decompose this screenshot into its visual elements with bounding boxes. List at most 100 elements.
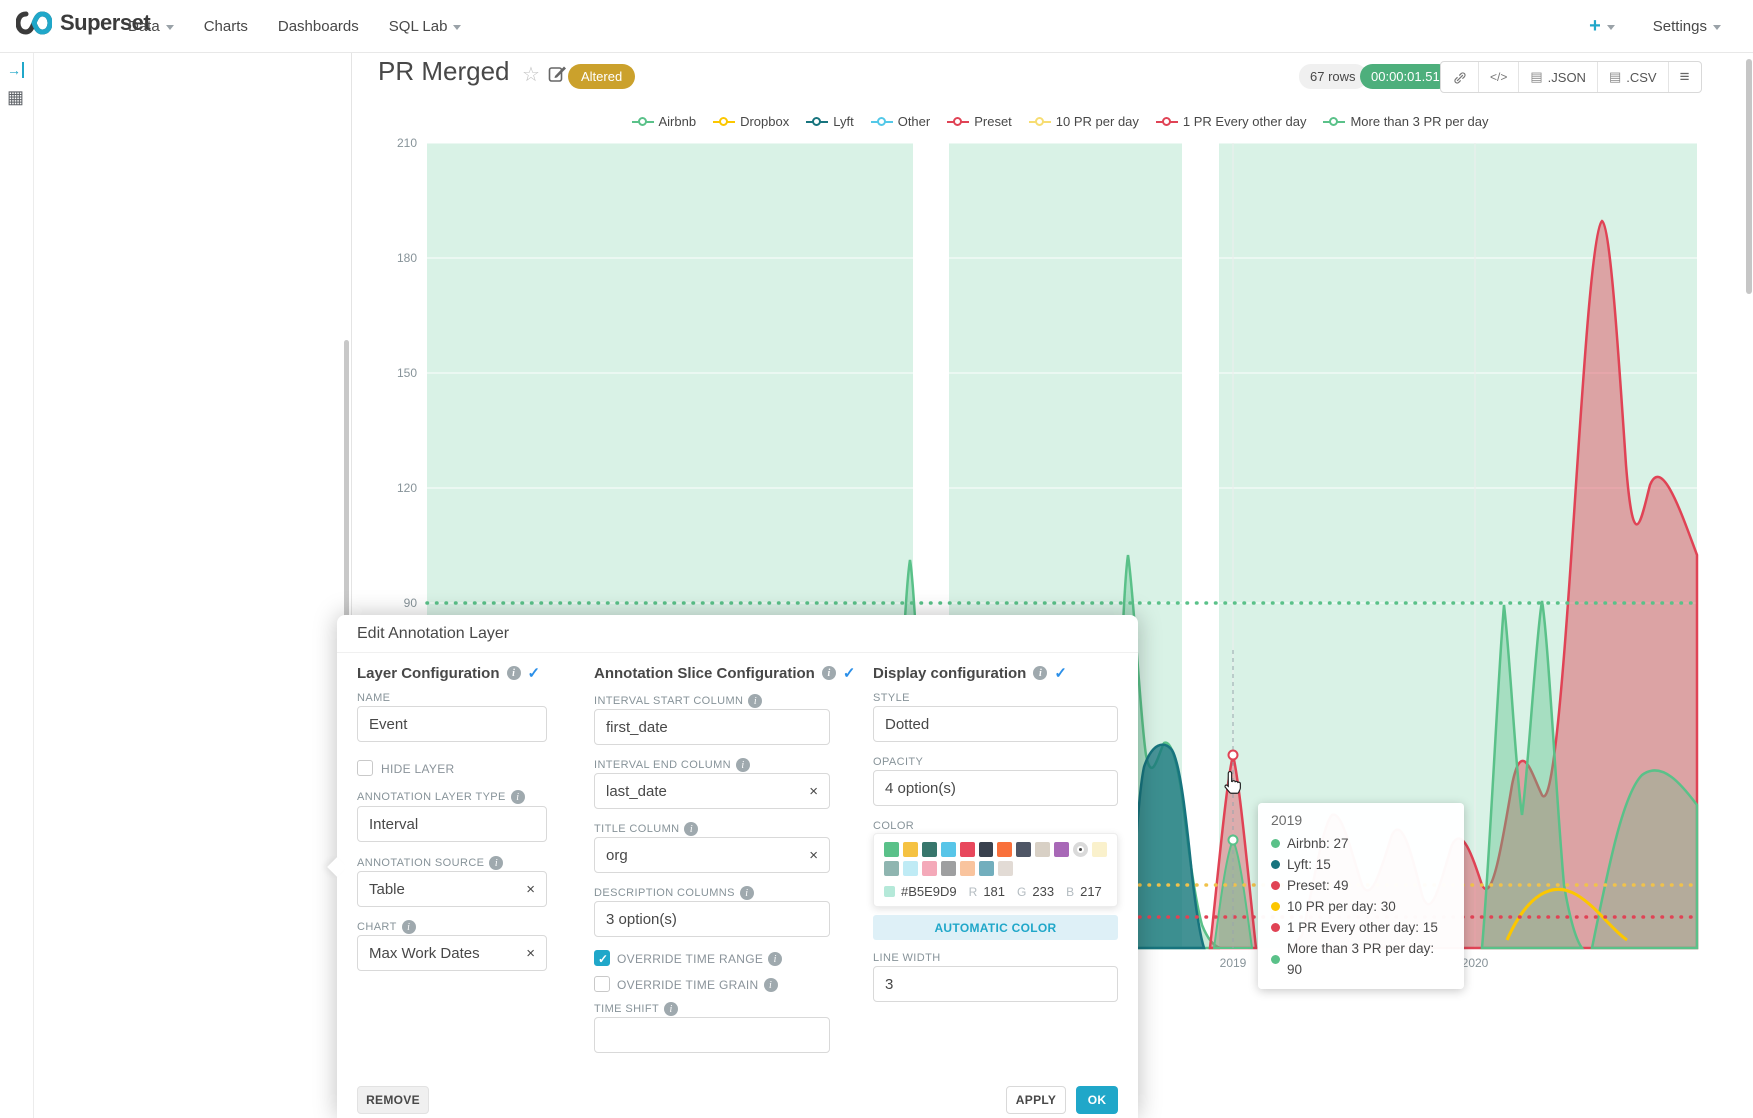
color-swatch[interactable] — [903, 842, 918, 857]
rgb-g[interactable]: 233 — [1032, 884, 1054, 899]
info-icon: i — [507, 666, 521, 680]
datasource-grid-icon[interactable]: ▦ — [7, 87, 24, 108]
edit-properties-icon[interactable] — [548, 64, 567, 83]
style-select[interactable]: Dotted — [873, 706, 1118, 742]
interval-end-label: INTERVAL END COLUMNi — [594, 758, 750, 772]
tooltip-title: 2019 — [1271, 812, 1451, 828]
more-options-button[interactable]: ≡ — [1669, 62, 1701, 92]
color-swatch[interactable] — [922, 842, 937, 857]
info-icon: i — [664, 1002, 678, 1016]
link-icon — [1452, 70, 1467, 85]
color-swatch[interactable] — [960, 842, 975, 857]
color-swatch[interactable] — [922, 861, 937, 876]
collapse-panel-icon[interactable]: →​ — [7, 62, 24, 78]
color-swatch[interactable] — [941, 861, 956, 876]
title-column-label: TITLE COLUMNi — [594, 822, 698, 836]
line-width-label: LINE WIDTH — [873, 952, 941, 964]
export-json-button[interactable]: ▤.JSON — [1519, 62, 1598, 92]
line-width-input[interactable]: 3 — [873, 966, 1118, 1002]
legend-label: Preset — [974, 114, 1012, 129]
title-column-select[interactable]: org× — [594, 837, 830, 873]
clear-icon[interactable]: × — [809, 847, 818, 864]
nav-item-dashboards[interactable]: Dashboards — [278, 18, 359, 35]
color-swatch[interactable] — [997, 842, 1012, 857]
legend-item[interactable]: Lyft — [806, 114, 853, 129]
color-swatch[interactable] — [998, 861, 1013, 876]
annotation-source-label: ANNOTATION SOURCEi — [357, 856, 503, 870]
ok-button[interactable]: OK — [1076, 1086, 1118, 1114]
legend-label: More than 3 PR per day — [1350, 114, 1488, 129]
description-columns-label: DESCRIPTION COLUMNSi — [594, 886, 754, 900]
custom-color-picker-icon[interactable] — [1073, 842, 1088, 857]
series-color-dot — [1271, 860, 1280, 869]
name-label: NAME — [357, 692, 390, 704]
annotation-layer-type-label: ANNOTATION LAYER TYPEi — [357, 790, 525, 804]
color-swatch[interactable] — [1016, 842, 1031, 857]
info-icon: i — [402, 920, 416, 934]
clear-icon[interactable]: × — [526, 881, 535, 898]
favorite-star-icon[interactable]: ☆ — [522, 62, 540, 87]
hover-point-marker — [1229, 751, 1238, 760]
color-swatch[interactable] — [979, 842, 994, 857]
nav-item-sql-lab[interactable]: SQL Lab — [389, 18, 462, 35]
embed-code-button[interactable]: </> — [1479, 62, 1519, 92]
code-icon: </> — [1490, 70, 1507, 84]
nav-item-charts[interactable]: Charts — [204, 18, 248, 35]
color-label: COLOR — [873, 820, 914, 832]
export-csv-button[interactable]: ▤.CSV — [1598, 62, 1669, 92]
legend-item[interactable]: Preset — [947, 114, 1012, 129]
color-swatch[interactable] — [884, 861, 899, 876]
nav-item-data[interactable]: Data — [128, 18, 174, 35]
interval-start-select[interactable]: first_date — [594, 709, 830, 745]
color-swatch[interactable] — [941, 842, 956, 857]
rgb-b[interactable]: 217 — [1080, 884, 1102, 899]
legend-item[interactable]: Airbnb — [632, 114, 697, 129]
description-columns-select[interactable]: 3 option(s) — [594, 901, 830, 937]
color-swatch[interactable] — [960, 861, 975, 876]
svg-text:210: 210 — [397, 136, 417, 150]
automatic-color-button[interactable]: AUTOMATIC COLOR — [873, 915, 1118, 940]
nav-right: + Settings — [1589, 0, 1721, 53]
svg-text:2020: 2020 — [1462, 956, 1489, 970]
interval-end-select[interactable]: last_date× — [594, 773, 830, 809]
legend-item[interactable]: Dropbox — [713, 114, 789, 129]
override-time-grain-label: OVERRIDE TIME GRAINi — [617, 978, 778, 992]
new-menu-button[interactable]: + — [1589, 15, 1615, 38]
apply-button[interactable]: APPLY — [1006, 1086, 1066, 1114]
series-color-dot — [1271, 902, 1280, 911]
altered-badge: Altered — [568, 64, 635, 89]
rgb-r[interactable]: 181 — [983, 884, 1005, 899]
chevron-down-icon — [1607, 25, 1615, 30]
color-swatch[interactable] — [884, 842, 899, 857]
legend-item[interactable]: 1 PR Every other day — [1156, 114, 1307, 129]
hex-value[interactable]: #B5E9D9 — [901, 884, 957, 899]
opacity-select[interactable]: 4 option(s) — [873, 770, 1118, 806]
info-icon: i — [684, 822, 698, 836]
chart-select[interactable]: Max Work Dates× — [357, 935, 547, 971]
override-time-grain-checkbox[interactable] — [594, 976, 610, 992]
override-time-range-checkbox[interactable] — [594, 950, 610, 966]
color-swatch[interactable] — [1054, 842, 1069, 857]
window-scrollbar[interactable] — [1746, 53, 1752, 1118]
legend-item[interactable]: More than 3 PR per day — [1323, 114, 1488, 129]
chevron-down-icon — [453, 25, 461, 30]
color-swatch[interactable] — [903, 861, 918, 876]
color-swatch[interactable] — [979, 861, 994, 876]
hover-point-marker — [1229, 836, 1238, 845]
time-shift-input[interactable] — [594, 1017, 830, 1053]
annotation-layer-type-select[interactable]: Interval — [357, 806, 547, 842]
selected-color-swatch — [884, 886, 895, 897]
legend-item[interactable]: 10 PR per day — [1029, 114, 1139, 129]
annotation-source-select[interactable]: Table× — [357, 871, 547, 907]
info-icon: i — [736, 758, 750, 772]
legend-item[interactable]: Other — [871, 114, 931, 129]
hide-layer-checkbox[interactable] — [357, 760, 373, 776]
clear-icon[interactable]: × — [526, 945, 535, 962]
name-input[interactable]: Event — [357, 706, 547, 742]
settings-menu[interactable]: Settings — [1653, 18, 1721, 35]
color-swatch[interactable] — [1035, 842, 1050, 857]
color-swatch[interactable] — [1092, 842, 1107, 857]
share-link-button[interactable] — [1441, 62, 1479, 92]
clear-icon[interactable]: × — [809, 783, 818, 800]
remove-button[interactable]: REMOVE — [357, 1086, 429, 1114]
